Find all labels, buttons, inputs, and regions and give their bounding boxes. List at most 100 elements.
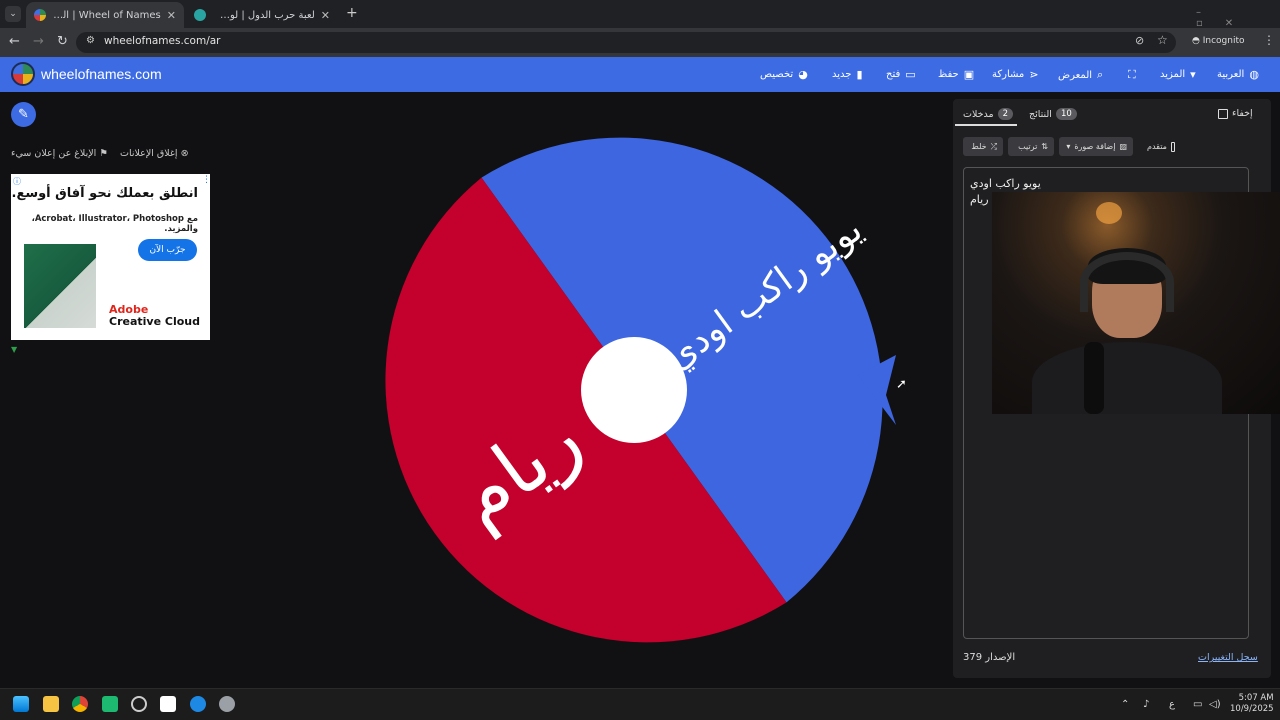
file-explorer-icon[interactable] — [43, 696, 59, 712]
shuffle-label: خلط — [971, 142, 987, 151]
settings-icon[interactable] — [219, 696, 235, 712]
site-info-icon[interactable]: ⚙ — [86, 35, 95, 46]
menu-customize[interactable]: ◕ تخصيص — [760, 68, 808, 81]
menu-label: تخصيص — [760, 69, 794, 80]
volume-icon[interactable]: ◁) — [1209, 699, 1221, 710]
windows-start-icon[interactable] — [13, 696, 29, 712]
close-ads-link[interactable]: ⊗ إغلاق الإعلانات — [120, 148, 189, 159]
incognito-label: Incognito — [1202, 36, 1245, 46]
back-icon[interactable]: ← — [9, 34, 20, 49]
report-ad-link[interactable]: ⚑ الإبلاغ عن إعلان سيء — [11, 148, 108, 159]
headphones — [1080, 252, 1174, 312]
results-count-badge: 10 — [1055, 108, 1077, 120]
clock-date: 10/9/2025 — [1230, 704, 1274, 714]
input-language[interactable]: ع — [1169, 699, 1175, 710]
pencil-icon: ✎ — [18, 107, 29, 122]
app-dark-icon[interactable] — [160, 696, 176, 712]
add-image-button[interactable]: ▨ إضافة صورة ▾ — [1059, 137, 1133, 156]
advanced-label: متقدم — [1147, 142, 1167, 151]
close-tab-icon[interactable]: ✕ — [321, 9, 330, 22]
ad-headline: انطلق بعملك نحو آفاق أوسع. — [11, 186, 199, 201]
eye-off-icon[interactable]: ⊘ — [1135, 34, 1144, 47]
active-tab-indicator — [955, 124, 1017, 126]
ad-feedback-icon[interactable]: ▼ — [11, 345, 17, 354]
app-icon[interactable] — [131, 696, 147, 712]
chrome-icon[interactable] — [72, 696, 88, 712]
close-circle-icon: ⊗ — [180, 148, 189, 159]
menu-label: فتح — [886, 69, 901, 80]
sort-icon: ⇅ — [1041, 142, 1048, 151]
add-image-label: إضافة صورة — [1074, 142, 1116, 151]
reload-icon[interactable]: ↻ — [57, 34, 68, 49]
tray-chevron-up-icon[interactable]: ⌃ — [1121, 699, 1129, 710]
menu-gallery[interactable]: ⌕ المعرض — [1058, 68, 1103, 82]
tab-search-button[interactable]: ⌄ — [5, 6, 21, 22]
flag-icon: ⚑ — [99, 148, 108, 159]
save-icon: ▣ — [963, 68, 975, 81]
wheel-center-button[interactable] — [581, 337, 687, 443]
edit-pencil-button[interactable]: ✎ — [11, 102, 36, 127]
entry-line: يويو راكب اودي — [970, 177, 1041, 190]
window-controls[interactable]: –▫✕ — [1196, 7, 1280, 29]
menu-language[interactable]: ◍ العربية — [1217, 68, 1259, 81]
advanced-toggle[interactable]: متقدم — [1141, 137, 1181, 156]
menu-more[interactable]: ▾ المزيد — [1160, 68, 1196, 81]
ad-subtext: مع Acrobat، Illustrator، Photoshop، والم… — [31, 214, 198, 234]
results-label: النتائج — [1029, 108, 1052, 120]
forward-icon[interactable]: → — [33, 34, 44, 49]
shuffle-icon: ⤮ — [990, 141, 997, 151]
wheel[interactable]: يويو راكب اودي ريام — [360, 120, 920, 660]
incognito-icon: ◓ — [1192, 36, 1200, 46]
site-favicon-icon — [194, 9, 206, 21]
menu-label: جديد — [832, 69, 852, 80]
ad-menu-icon[interactable]: ⋮ — [202, 175, 211, 185]
tab-entries[interactable]: مدخلات 2 — [963, 108, 1013, 120]
entries-label: مدخلات — [963, 108, 994, 120]
app-green-icon[interactable] — [102, 696, 118, 712]
palette-icon: ◕ — [798, 68, 808, 81]
person-body — [1032, 342, 1222, 414]
changelog-link[interactable]: سجل التغييرات — [1198, 652, 1258, 663]
site-name[interactable]: wheelofnames.com — [41, 66, 162, 82]
new-tab-button[interactable]: + — [346, 5, 358, 21]
menu-label: المزيد — [1160, 69, 1186, 80]
microphone-icon[interactable]: ♪ — [1143, 699, 1149, 710]
app-blue-icon[interactable] — [190, 696, 206, 712]
fullscreen-button[interactable]: ⛶ — [1128, 68, 1136, 82]
advertisement[interactable]: ⓘ ⋮ انطلق بعملك نحو آفاق أوسع. مع Acroba… — [11, 174, 211, 340]
webcam-overlay — [992, 192, 1280, 414]
search-icon: ⌕ — [1097, 68, 1104, 81]
image-icon: ▨ — [1119, 142, 1127, 151]
close-tab-icon[interactable]: ✕ — [167, 9, 176, 22]
sort-label: ترتيب — [1018, 142, 1038, 151]
tab-wheel-of-names[interactable]: Wheel of Names | العشوائي ✕ — [26, 2, 184, 28]
menu-open[interactable]: ▭ فتح — [886, 68, 916, 81]
menu-share[interactable]: ⋖ مشاركة — [992, 68, 1039, 81]
version-label: الإصدار — [985, 652, 1016, 663]
hide-toggle[interactable]: إخفاء — [1218, 108, 1253, 119]
menu-save[interactable]: ▣ حفظ — [938, 68, 974, 81]
globe-icon: ◍ — [1249, 68, 1259, 81]
menu-new[interactable]: ▮ جديد — [832, 68, 863, 81]
system-clock[interactable]: 5:07 AM 10/9/2025 — [1230, 693, 1274, 715]
menu-label: العربية — [1217, 69, 1245, 80]
ad-image — [24, 244, 96, 328]
logo-icon[interactable] — [11, 62, 35, 86]
ad-cta-button[interactable]: جرّب الآن — [138, 239, 197, 261]
fullscreen-icon: ⛶ — [1128, 68, 1136, 81]
microphone — [1084, 342, 1104, 414]
tab-second[interactable]: لعبة حرب الدول | لوف ليجو يوغو ✕ — [186, 2, 338, 28]
incognito-indicator[interactable]: ◓ Incognito — [1192, 36, 1245, 46]
sort-button[interactable]: ⇅ ترتيب — [1008, 137, 1054, 156]
checkbox-icon[interactable] — [1218, 108, 1228, 119]
ad-brand-line2: Creative Cloud — [109, 315, 200, 328]
address-bar[interactable] — [76, 32, 1176, 53]
shuffle-button[interactable]: ⤮ خلط — [963, 137, 1003, 156]
network-icon[interactable]: ▭ — [1193, 699, 1202, 710]
hide-label: إخفاء — [1232, 108, 1253, 119]
tab-results[interactable]: النتائج 10 — [1029, 108, 1077, 120]
checkbox-icon[interactable] — [1170, 141, 1175, 152]
bookmark-star-icon[interactable]: ☆ — [1157, 33, 1168, 47]
version-number: 379 — [963, 652, 983, 663]
browser-menu-icon[interactable]: ⋮ — [1263, 33, 1275, 47]
